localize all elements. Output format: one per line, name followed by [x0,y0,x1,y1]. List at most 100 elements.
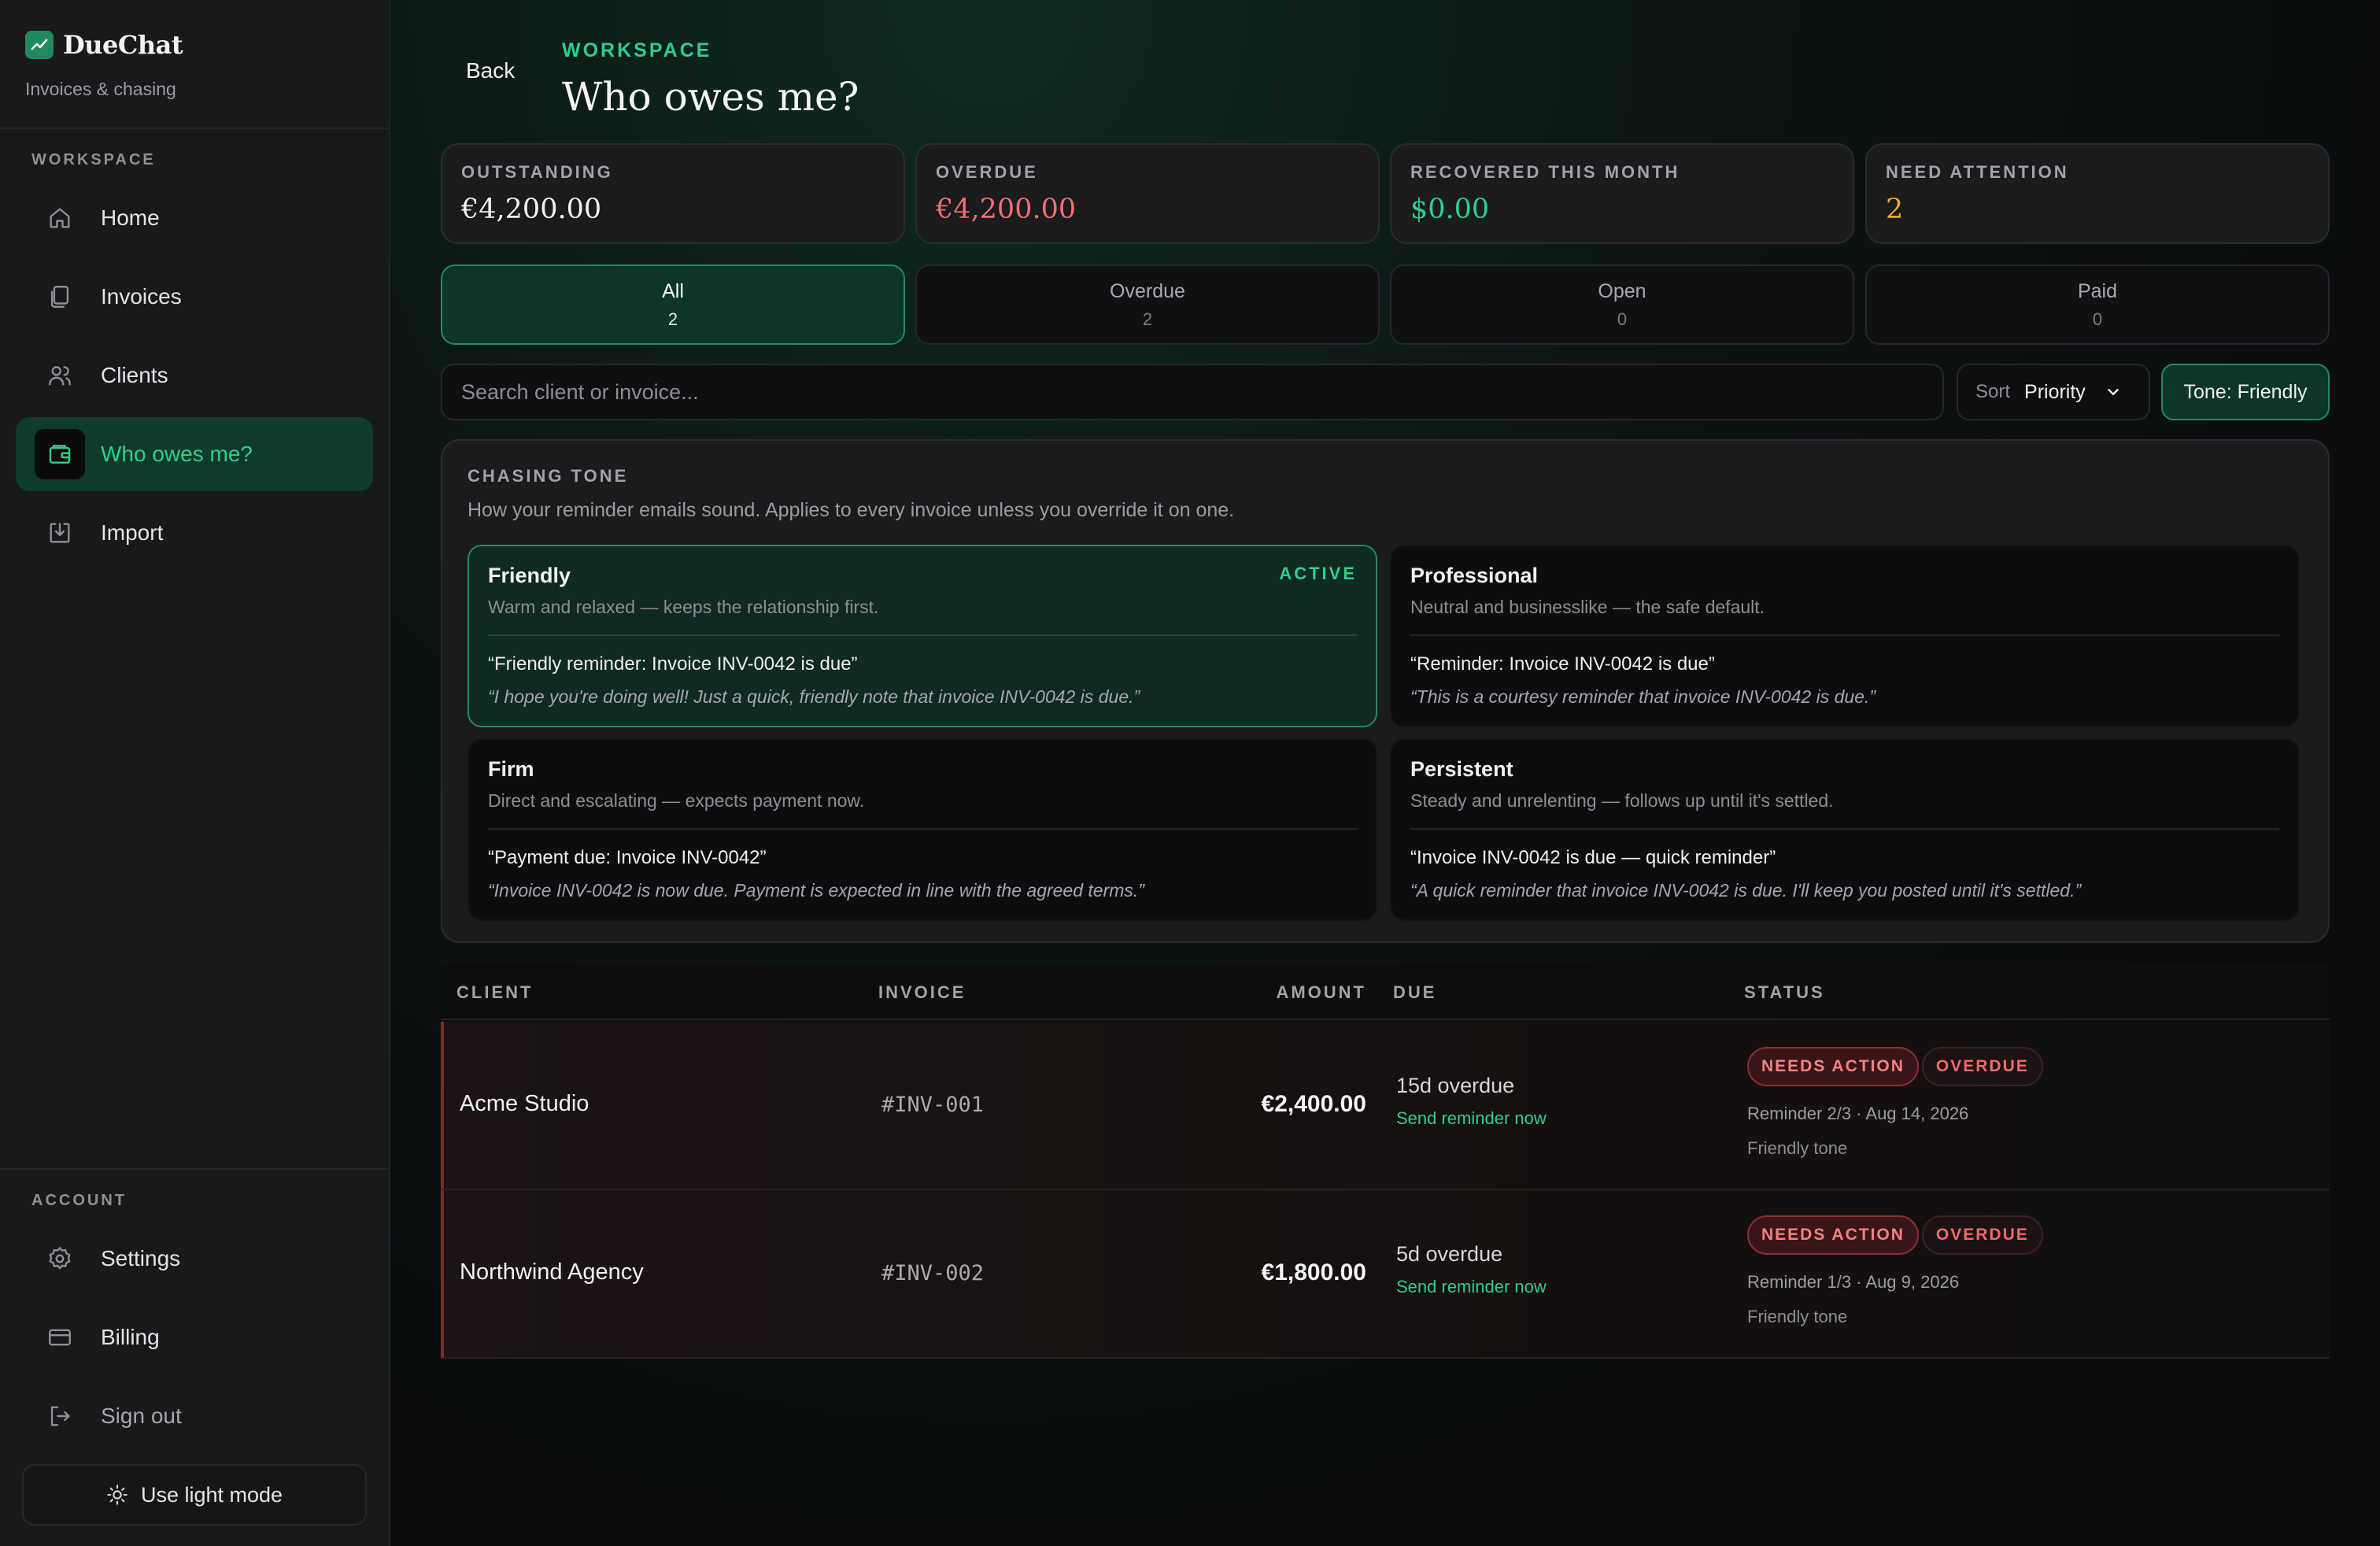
sort-select[interactable]: Sort Priority [1957,364,2150,420]
send-reminder-link[interactable]: Send reminder now [1396,1277,1547,1297]
invoice-amount: €1,800.00 [1261,1259,1366,1285]
tone-body: “I hope you're doing well! Just a quick,… [488,686,1140,707]
tab-label: Open [1598,280,1646,302]
sidebar-item-label: Import [101,520,164,545]
app-subtitle: Invoices & chasing [25,79,176,99]
chasing-tone-panel: CHASING TONE How your reminder emails so… [441,439,2330,943]
tone-body: “A quick reminder that invoice INV-0042 … [1410,880,2082,901]
stat-label: OVERDUE [936,162,1038,182]
column-header-amount: AMOUNT [1276,982,1366,1002]
users-icon [35,350,85,401]
tone-body: “Invoice INV-0042 is now due. Payment is… [488,880,1144,901]
tone-info: Friendly tone [1747,1307,1848,1326]
sidebar-item-label: Billing [101,1325,160,1349]
tone-body: “This is a courtesy reminder that invoic… [1410,686,1876,707]
stat-label: RECOVERED THIS MONTH [1410,162,1680,182]
reminder-info: Reminder 2/3 · Aug 14, 2026 [1747,1104,1969,1123]
sidebar-section-account: ACCOUNT [31,1192,127,1209]
sidebar-item-billing[interactable]: Billing [16,1300,373,1374]
tone-card-firm[interactable]: Firm Direct and escalating — expects pay… [468,738,1377,921]
sort-label: Sort [1975,381,2011,402]
tab-open[interactable]: Open 0 [1390,264,1854,345]
tab-all[interactable]: All 2 [441,264,905,345]
status-badges: NEEDS ACTION OVERDUE [1747,1215,2046,1255]
status-badge-needs-action: NEEDS ACTION [1747,1215,1919,1255]
stat-recovered: RECOVERED THIS MONTH $0.00 [1390,143,1854,244]
panel-title: CHASING TONE [468,466,629,486]
sidebar-item-home[interactable]: Home [16,181,373,255]
tone-card-friendly[interactable]: Friendly ACTIVE Warm and relaxed — keeps… [468,545,1377,727]
table-header: CLIENT INVOICE AMOUNT DUE STATUS [441,963,2330,1020]
invoice-number: #INV-002 [881,1261,985,1285]
due-status: 15d overdue [1396,1074,1515,1097]
sidebar-item-label: Home [101,205,160,230]
stat-value: €4,200.00 [461,194,602,225]
sort-value: Priority [2024,380,2086,403]
sidebar-item-settings[interactable]: Settings [16,1222,373,1296]
tone-card-persistent[interactable]: Persistent Steady and unrelenting — foll… [1390,738,2300,921]
column-header-invoice: INVOICE [878,982,966,1002]
brand[interactable]: DueChat [25,30,183,60]
table-row[interactable]: Acme Studio #INV-001 €2,400.00 15d overd… [441,1022,2330,1190]
tone-divider [488,828,1357,830]
tone-name: Friendly [488,564,571,587]
sidebar-item-who-owes-me[interactable]: Who owes me? [16,417,373,491]
tone-description: Direct and escalating — expects payment … [488,790,865,811]
tab-label: Overdue [1110,280,1185,302]
tone-description: Steady and unrelenting — follows up unti… [1410,790,1834,811]
stat-value: 2 [1886,194,1904,225]
send-reminder-link[interactable]: Send reminder now [1396,1108,1547,1129]
card-icon [35,1312,85,1363]
tone-divider [1410,634,2279,636]
tone-divider [488,634,1357,636]
tone-description: Warm and relaxed — keeps the relationshi… [488,597,879,617]
trend-chart-icon [25,31,54,59]
gear-icon [35,1233,85,1284]
sidebar-section-workspace: WORKSPACE [31,151,156,168]
invoice-amount: €2,400.00 [1261,1091,1366,1117]
tone-button[interactable]: Tone: Friendly [2161,364,2330,420]
client-name: Northwind Agency [460,1259,644,1285]
stat-outstanding: OUTSTANDING €4,200.00 [441,143,905,244]
tone-subject: “Payment due: Invoice INV-0042” [488,847,767,868]
column-header-due: DUE [1393,982,1437,1002]
tab-paid[interactable]: Paid 0 [1865,264,2330,345]
page-title: Who owes me? [562,74,859,120]
reminder-info: Reminder 1/3 · Aug 9, 2026 [1747,1272,1960,1292]
status-badges: NEEDS ACTION OVERDUE [1747,1047,2046,1086]
page-eyebrow: WORKSPACE [562,39,712,61]
wallet-icon [35,429,85,479]
back-button[interactable]: Back [466,58,515,83]
sidebar-divider [0,1168,389,1170]
active-badge: ACTIVE [1279,564,1357,583]
invoice-number: #INV-001 [881,1093,985,1117]
sidebar-item-invoices[interactable]: Invoices [16,260,373,334]
tone-subject: “Friendly reminder: Invoice INV-0042 is … [488,653,858,675]
tone-info: Friendly tone [1747,1138,1848,1158]
sidebar-item-clients[interactable]: Clients [16,338,373,412]
table-row[interactable]: Northwind Agency #INV-002 €1,800.00 5d o… [441,1190,2330,1359]
import-icon [35,508,85,558]
stat-value: €4,200.00 [936,194,1077,225]
stat-label: OUTSTANDING [461,162,613,182]
sidebar-item-import[interactable]: Import [16,496,373,570]
sidebar-item-sign-out[interactable]: Sign out [16,1379,373,1453]
column-header-client: CLIENT [456,982,534,1002]
search-input[interactable] [441,364,1944,420]
stat-need-attention: NEED ATTENTION 2 [1865,143,2330,244]
tone-subject: “Reminder: Invoice INV-0042 is due” [1410,653,1715,675]
sidebar-item-label: Invoices [101,284,182,309]
sidebar: DueChat Invoices & chasing WORKSPACE Hom… [0,0,390,1546]
sidebar-divider [0,128,389,129]
light-mode-button[interactable]: Use light mode [22,1464,367,1526]
tab-overdue[interactable]: Overdue 2 [915,264,1380,345]
light-mode-label: Use light mode [140,1482,283,1507]
home-icon [35,193,85,243]
client-name: Acme Studio [460,1091,589,1116]
tone-card-professional[interactable]: Professional Neutral and businesslike — … [1390,545,2300,727]
tab-count: 2 [1142,309,1153,329]
status-badge-overdue: OVERDUE [1921,1047,2043,1086]
column-header-status: STATUS [1744,982,1825,1002]
tone-name: Professional [1410,564,1539,587]
stat-label: NEED ATTENTION [1886,162,2069,182]
